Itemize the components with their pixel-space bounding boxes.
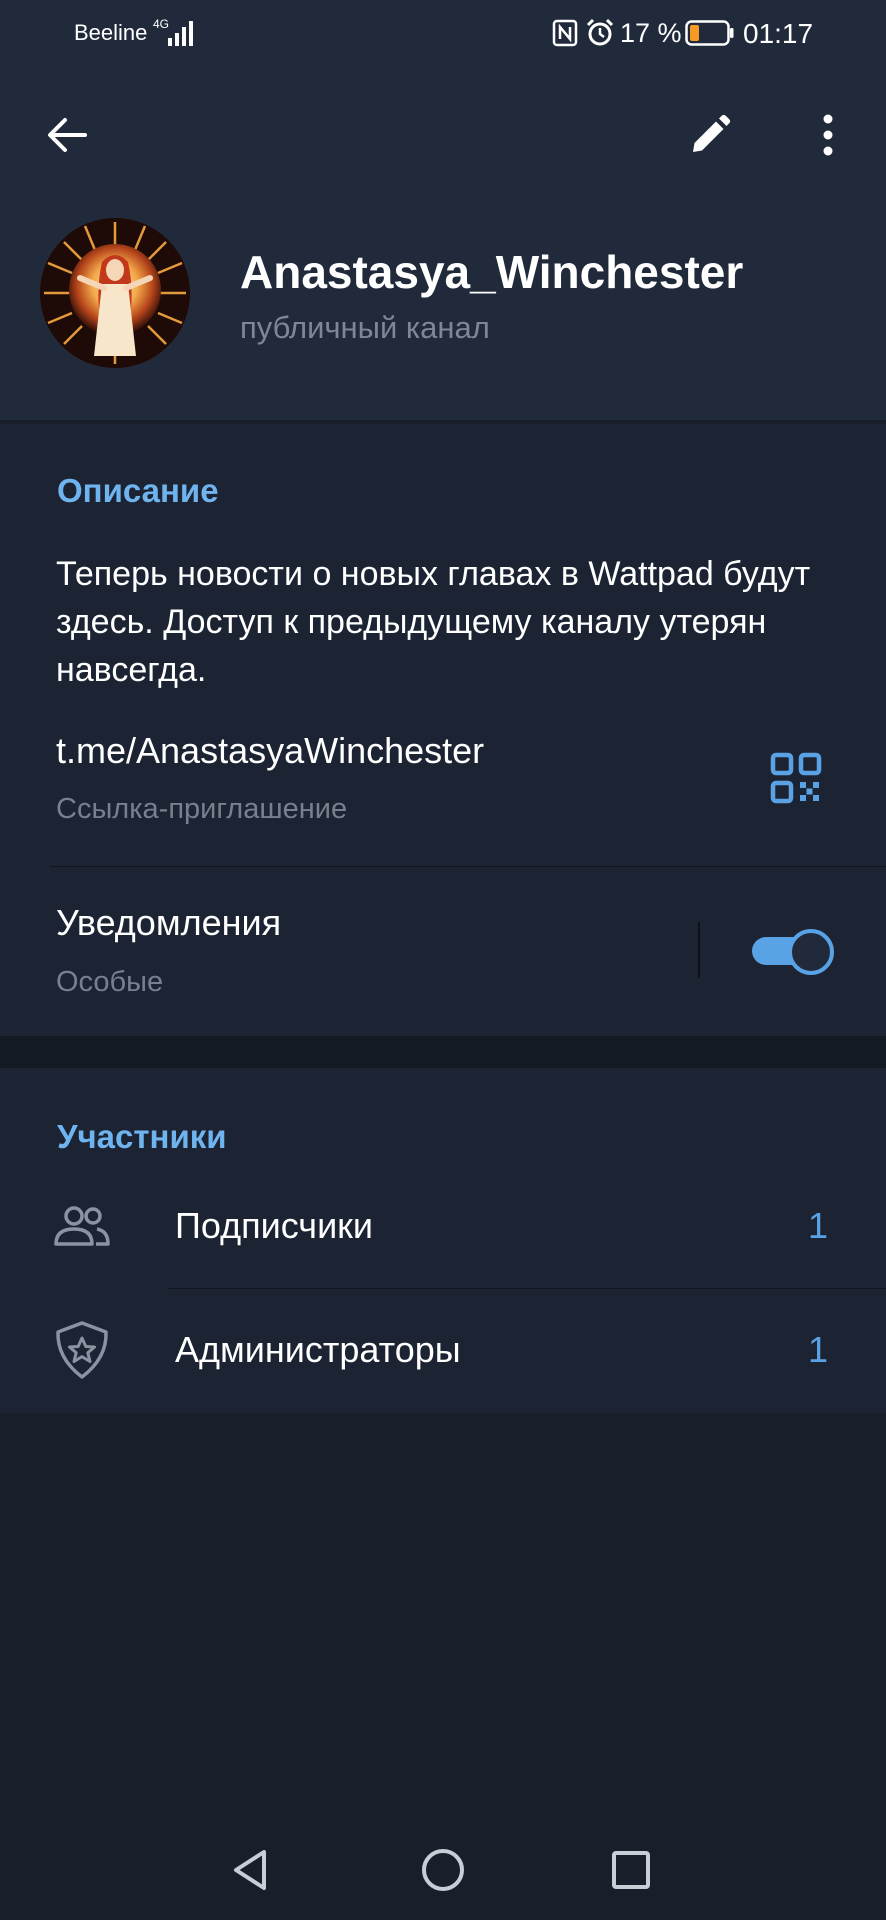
notifications-value: Особые <box>56 966 164 998</box>
divider <box>168 1288 886 1289</box>
nav-home-icon[interactable] <box>413 1840 473 1900</box>
vertical-separator <box>698 922 700 978</box>
channel-name: Anastasya_Winchester <box>240 246 744 298</box>
notifications-toggle[interactable] <box>750 927 834 975</box>
back-button[interactable] <box>32 100 102 170</box>
status-time: 01:17 <box>743 18 814 49</box>
qr-code-icon[interactable] <box>770 752 822 804</box>
alarm-icon <box>586 18 614 46</box>
nav-back-icon[interactable] <box>222 1840 282 1900</box>
divider <box>50 866 886 867</box>
admins-count: 1 <box>807 1329 828 1370</box>
back-arrow-icon <box>48 118 87 152</box>
nfc-icon <box>552 19 578 47</box>
channel-description: Теперь новости о новых главах в Wattpad … <box>56 555 811 689</box>
invite-link-label: Ссылка-приглашение <box>56 793 348 825</box>
battery-icon <box>685 20 734 46</box>
toggle-knob <box>788 929 834 975</box>
subscribers-label: Подписчики <box>175 1205 374 1246</box>
nav-recents-icon[interactable] <box>601 1840 661 1900</box>
section-gap <box>0 1036 886 1068</box>
members-header: Участники <box>57 1118 227 1155</box>
edit-button[interactable] <box>675 100 745 170</box>
carrier-name: Beeline <box>74 20 148 45</box>
channel-avatar[interactable] <box>40 218 190 368</box>
signal-icon <box>168 21 193 46</box>
avatar-image <box>40 218 190 368</box>
more-options-button[interactable] <box>793 100 863 170</box>
subscribers-count: 1 <box>807 1205 828 1246</box>
people-icon <box>54 1206 110 1246</box>
invite-link[interactable]: t.me/AnastasyaWinchester <box>56 730 484 772</box>
battery-percent: 17 % <box>620 18 682 48</box>
description-header: Описание <box>57 472 219 509</box>
status-bar: Beeline 4G 17 % 01:17 <box>0 0 886 70</box>
more-vertical-icon <box>823 114 833 156</box>
shield-star-icon <box>56 1321 108 1379</box>
channel-type: публичный канал <box>240 310 490 345</box>
admins-label: Администраторы <box>175 1329 461 1370</box>
pencil-icon <box>693 114 731 152</box>
notifications-label[interactable]: Уведомления <box>56 902 281 944</box>
